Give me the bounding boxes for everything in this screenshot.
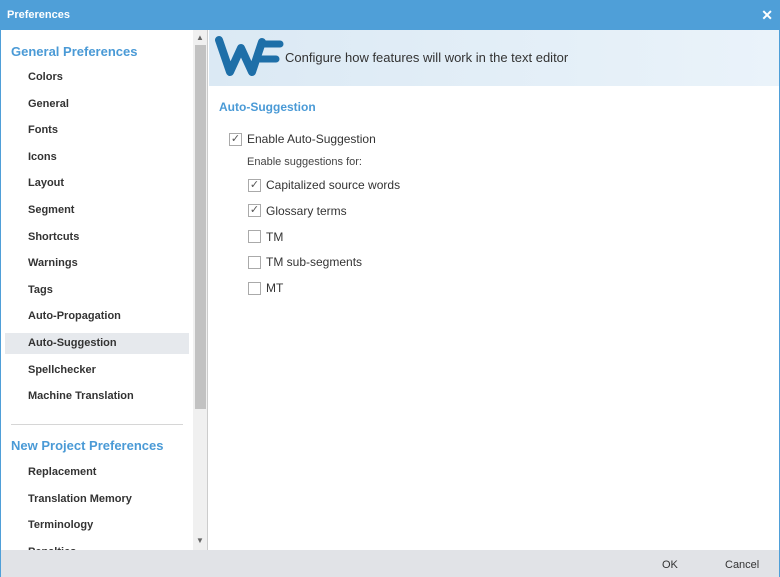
cancel-button[interactable]: Cancel — [725, 559, 759, 571]
sidebar-item-icons[interactable]: Icons — [5, 147, 189, 168]
divider — [11, 424, 183, 425]
checkbox-label: Enable Auto-Suggestion — [247, 132, 376, 146]
checkbox-label: Glossary terms — [266, 203, 347, 218]
checkbox-label: MT — [266, 281, 284, 296]
dialog-title: Preferences — [7, 9, 70, 21]
title-bar: Preferences ✕ — [1, 1, 779, 30]
sidebar-item-warnings[interactable]: Warnings — [5, 253, 189, 274]
sidebar-item-translation-memory[interactable]: Translation Memory — [5, 489, 189, 510]
checkbox-icon[interactable] — [248, 255, 261, 269]
sidebar-item-layout[interactable]: Layout — [5, 173, 189, 194]
ok-button[interactable]: OK — [662, 559, 678, 571]
sidebar-item-fonts[interactable]: Fonts — [5, 120, 189, 141]
checkbox-label: TM sub-segments — [266, 255, 363, 270]
footer: OK Cancel — [1, 550, 779, 577]
sidebar: General Preferences New Project Preferen… — [1, 30, 193, 550]
new-project-preferences-heading: New Project Preferences — [11, 438, 164, 453]
option-tm-sub-segments-checkbox[interactable]: TM sub-segments — [248, 255, 362, 269]
checkbox-icon[interactable]: ✓ — [229, 132, 242, 146]
enable-auto-suggestion-checkbox[interactable]: ✓ Enable Auto-Suggestion — [229, 132, 376, 146]
section-heading: Auto-Suggestion — [219, 100, 316, 114]
sidebar-item-colors[interactable]: Colors — [5, 67, 189, 88]
checkbox-icon[interactable] — [248, 281, 261, 295]
sidebar-scrollbar[interactable]: ▲ ▼ — [193, 30, 208, 550]
checkbox-icon[interactable] — [248, 230, 261, 244]
scroll-down-icon[interactable]: ▼ — [196, 536, 204, 545]
sidebar-item-segment[interactable]: Segment — [5, 200, 189, 221]
checkbox-label: TM — [266, 229, 284, 244]
preferences-dialog: Preferences ✕ General Preferences New Pr… — [0, 0, 780, 577]
checkbox-label: Capitalized source words — [266, 178, 401, 192]
checkbox-icon[interactable]: ✓ — [248, 178, 261, 192]
sidebar-item-replacement[interactable]: Replacement — [5, 462, 189, 483]
sidebar-item-penalties[interactable]: Penalties — [5, 542, 189, 550]
sidebar-item-terminology[interactable]: Terminology — [5, 515, 189, 536]
option-tm-checkbox[interactable]: TM — [248, 230, 283, 244]
enable-suggestions-label: Enable suggestions for: — [247, 156, 362, 168]
option-capitalized-source-words-checkbox[interactable]: ✓ Capitalized source words — [248, 178, 400, 192]
option-mt-checkbox[interactable]: MT — [248, 281, 283, 295]
sidebar-item-shortcuts[interactable]: Shortcuts — [5, 227, 189, 248]
banner-text: Configure how features will work in the … — [285, 50, 569, 65]
general-preferences-heading: General Preferences — [11, 44, 138, 59]
sidebar-item-auto-suggestion[interactable]: Auto-Suggestion — [5, 333, 189, 354]
sidebar-item-general[interactable]: General — [5, 94, 189, 115]
checkbox-icon[interactable]: ✓ — [248, 204, 261, 218]
banner: Configure how features will work in the … — [209, 30, 779, 86]
content-pane: Configure how features will work in the … — [209, 30, 779, 550]
sidebar-item-machine-translation[interactable]: Machine Translation — [5, 386, 189, 407]
scroll-up-icon[interactable]: ▲ — [196, 33, 204, 42]
sidebar-item-auto-propagation[interactable]: Auto-Propagation — [5, 306, 189, 327]
sidebar-item-spellchecker[interactable]: Spellchecker — [5, 360, 189, 381]
close-icon[interactable]: ✕ — [761, 1, 773, 30]
scroll-thumb[interactable] — [195, 45, 206, 409]
wf-logo — [215, 36, 284, 76]
option-glossary-terms-checkbox[interactable]: ✓ Glossary terms — [248, 204, 347, 218]
sidebar-item-tags[interactable]: Tags — [5, 280, 189, 301]
